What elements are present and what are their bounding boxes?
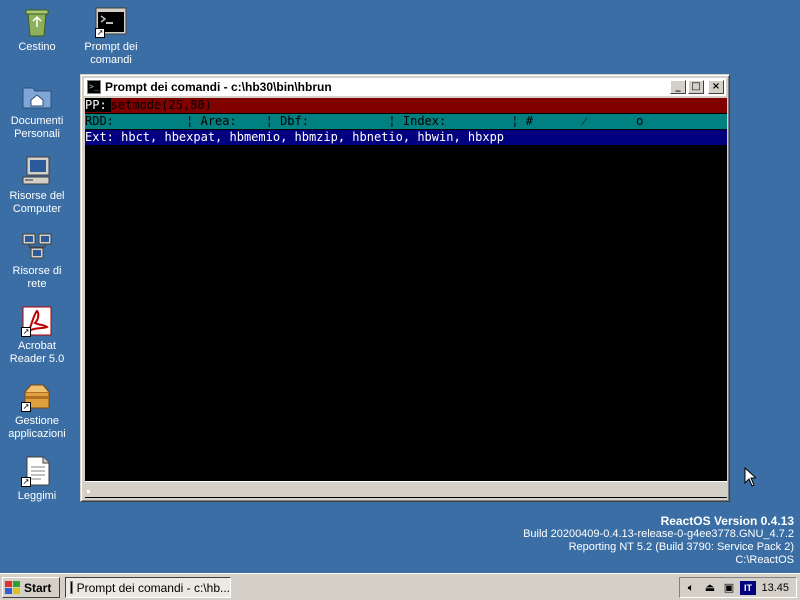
network-icon[interactable]: ▣ bbox=[721, 581, 737, 595]
command-prompt-icon: ↗ bbox=[95, 6, 127, 38]
shortcut-arrow-icon: ↗ bbox=[95, 28, 105, 38]
console-ext-line: Ext: hbct, hbexpat, hbmemio, hbmzip, hbn… bbox=[85, 130, 727, 145]
console-status-line: RDD: ¦ Area: ¦ Dbf: ¦ Index: ¦ # ⁄ o bbox=[85, 114, 727, 129]
command-prompt-icon: >_ bbox=[87, 80, 101, 94]
system-tray: 🔈︎ ⏏︎ ▣ IT 13.45 bbox=[679, 577, 797, 598]
desktop-icon-label: Documenti Personali bbox=[10, 115, 64, 140]
window-title: Prompt dei comandi - c:\hb30\bin\hbrun bbox=[105, 80, 332, 94]
horizontal-scrollbar[interactable] bbox=[85, 481, 727, 497]
desktop-icon-label: Prompt dei comandi bbox=[84, 41, 138, 66]
desktop-icon-label: Acrobat Reader 5.0 bbox=[9, 340, 65, 365]
desktop-icon-command-prompt[interactable]: ↗ Prompt dei comandi bbox=[74, 6, 148, 67]
recycle-bin-icon bbox=[21, 6, 53, 38]
network-places-icon bbox=[21, 230, 53, 262]
desktop-icon-readme[interactable]: ↗ Leggimi bbox=[0, 455, 74, 503]
desktop-icon-label: Cestino bbox=[18, 41, 56, 53]
desktop-icon-my-documents[interactable]: Documenti Personali bbox=[0, 80, 74, 141]
version-reporting: Reporting NT 5.2 (Build 3790: Service Pa… bbox=[568, 541, 794, 553]
desktop-icon-label: Risorse del Computer bbox=[9, 190, 65, 215]
start-button[interactable]: Start bbox=[2, 577, 60, 598]
desktop-icon-my-computer[interactable]: Risorse del Computer bbox=[0, 155, 74, 216]
taskbar-item-label: Prompt dei comandi - c:\hb... bbox=[76, 580, 230, 595]
mouse-pointer-icon bbox=[744, 466, 758, 490]
text-cursor bbox=[87, 490, 90, 493]
window-titlebar[interactable]: >_ Prompt dei comandi - c:\hb30\bin\hbru… bbox=[84, 78, 726, 96]
my-computer-icon bbox=[21, 155, 53, 187]
pp-label: PP: bbox=[85, 98, 111, 112]
app-manager-icon: ↗ bbox=[21, 380, 53, 412]
desktop-icon-network-places[interactable]: Risorse di rete bbox=[0, 230, 74, 291]
acrobat-reader-icon: ↗ bbox=[21, 305, 53, 337]
desktop-icon-app-manager[interactable]: ↗ Gestione applicazioni bbox=[0, 380, 74, 441]
command-prompt-icon bbox=[70, 581, 73, 594]
version-build: Build 20200409-0.4.13-release-0-g4ee3778… bbox=[523, 528, 794, 540]
desktop-icon-recycle-bin[interactable]: Cestino bbox=[0, 6, 74, 54]
version-path: C:\ReactOS bbox=[735, 554, 794, 566]
shortcut-arrow-icon: ↗ bbox=[21, 327, 31, 337]
console-pp-line: PP: setmode(25,80) bbox=[85, 98, 727, 113]
command-prompt-window[interactable]: >_ Prompt dei comandi - c:\hb30\bin\hbru… bbox=[80, 74, 730, 502]
language-indicator[interactable]: IT bbox=[740, 580, 756, 595]
desktop-icon-label: Gestione applicazioni bbox=[8, 415, 66, 440]
clock[interactable]: 13.45 bbox=[761, 582, 789, 594]
minimize-button[interactable]: _ bbox=[670, 80, 686, 94]
desktop-icon-acrobat-reader[interactable]: ↗ Acrobat Reader 5.0 bbox=[0, 305, 74, 366]
volume-icon[interactable]: 🔈︎ bbox=[683, 581, 699, 595]
shortcut-arrow-icon: ↗ bbox=[21, 477, 31, 487]
my-documents-icon bbox=[21, 80, 53, 112]
console-area[interactable]: PP: setmode(25,80) RDD: ¦ Area: ¦ Dbf: ¦ … bbox=[85, 98, 727, 498]
start-label: Start bbox=[24, 580, 52, 595]
start-logo-icon bbox=[5, 580, 21, 595]
close-button[interactable]: × bbox=[708, 80, 724, 94]
maximize-button[interactable]: □ bbox=[688, 80, 704, 94]
desktop-icon-label: Risorse di rete bbox=[12, 265, 62, 290]
shortcut-arrow-icon: ↗ bbox=[21, 402, 31, 412]
pp-command: setmode(25,80) bbox=[110, 98, 212, 112]
taskbar-item-command-prompt[interactable]: Prompt dei comandi - c:\hb... bbox=[65, 577, 231, 598]
safely-remove-icon[interactable]: ⏏︎ bbox=[702, 581, 718, 595]
desktop-icon-label: Leggimi bbox=[17, 490, 57, 502]
version-watermark: ReactOS Version 0.4.13 Build 20200409-0.… bbox=[523, 515, 794, 567]
version-title: ReactOS Version 0.4.13 bbox=[660, 514, 794, 528]
taskbar: Start Prompt dei comandi - c:\hb... 🔈︎ ⏏… bbox=[0, 573, 800, 600]
readme-icon: ↗ bbox=[21, 455, 53, 487]
